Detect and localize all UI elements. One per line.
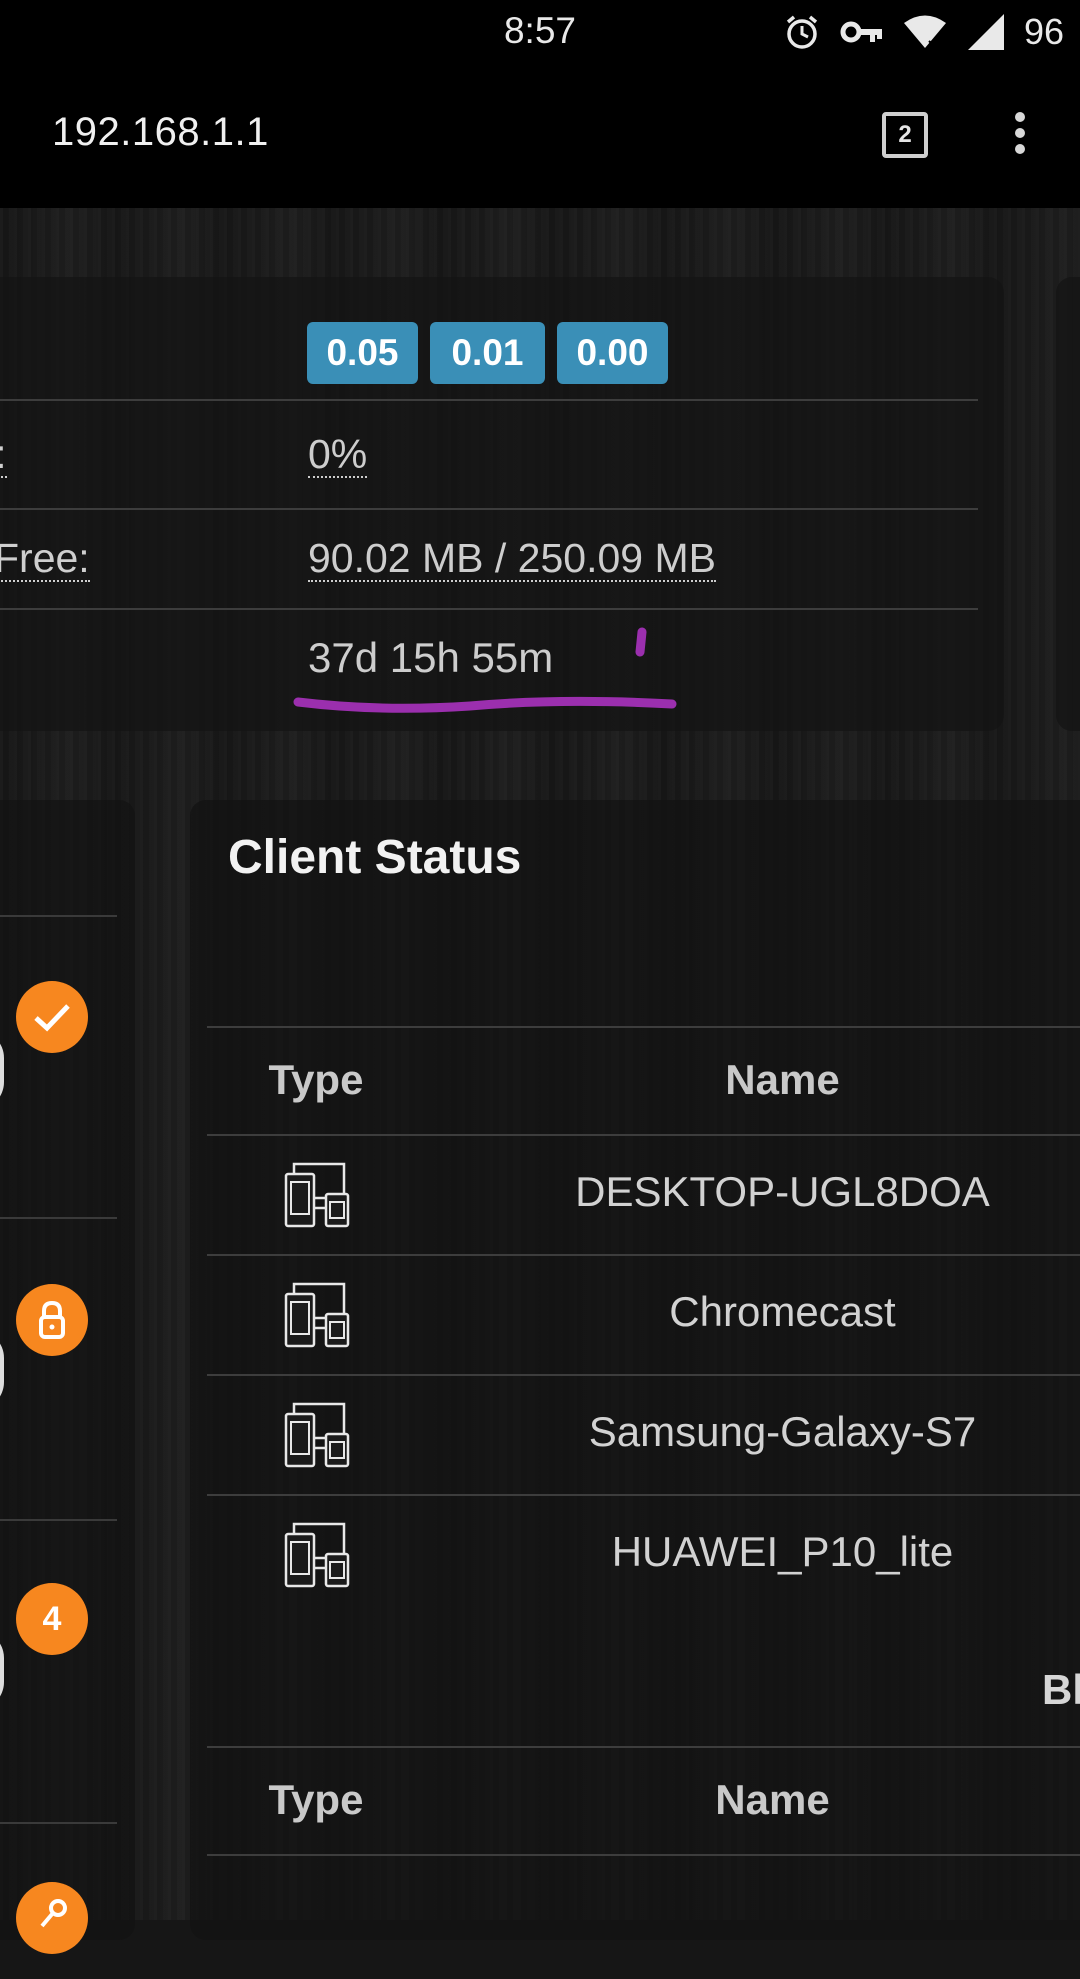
pen-annotation [293,627,677,713]
